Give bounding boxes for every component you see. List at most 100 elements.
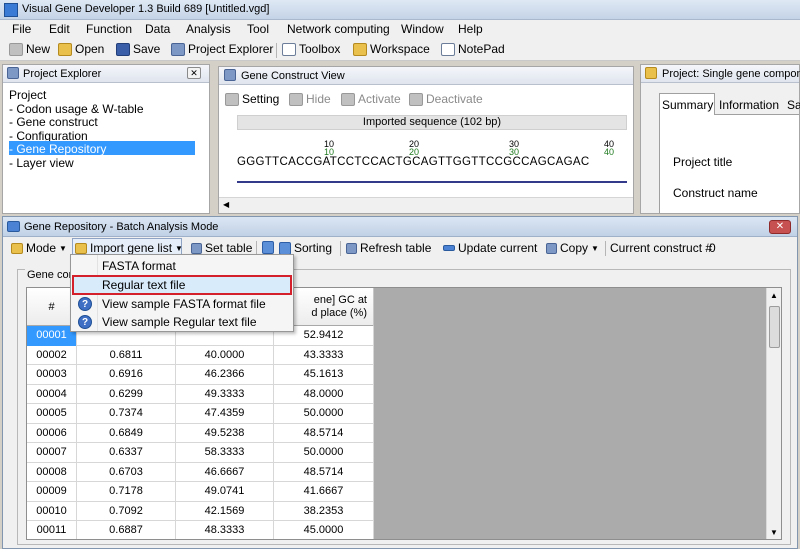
- tree-item-codon-usage[interactable]: - Codon usage & W-table: [9, 102, 144, 116]
- menu-data[interactable]: Data: [145, 22, 170, 36]
- table-cell-id: 00007: [27, 443, 77, 463]
- table-row[interactable]: 00004 0.6299 49.3333 48.0000: [27, 384, 374, 404]
- project-title-label: Project title: [673, 155, 733, 169]
- window-titlebar: Visual Gene Developer 1.3 Build 689 [Unt…: [0, 0, 800, 20]
- table-cell-v1: 0.6811: [77, 345, 176, 365]
- project-panel: Project: Single gene componen Summary In…: [640, 64, 800, 214]
- table-row[interactable]: 00007 0.6337 58.3333 50.0000: [27, 443, 374, 463]
- notepad-button[interactable]: NotePad: [441, 42, 505, 56]
- scroll-thumb[interactable]: [769, 306, 780, 348]
- menu-window[interactable]: Window: [401, 22, 444, 36]
- tab-sa[interactable]: Sa: [787, 98, 800, 112]
- open-button[interactable]: Open: [58, 42, 104, 56]
- toolbar-separator: [276, 43, 277, 58]
- project-panel-header: Project: Single gene componen: [641, 65, 800, 83]
- tree-item-gene-construct[interactable]: - Gene construct: [9, 115, 98, 129]
- scroll-down-icon[interactable]: ▼: [770, 528, 778, 537]
- table-cell-v1: 0.7178: [77, 482, 176, 502]
- table-row[interactable]: 00006 0.6849 49.5238 48.5714: [27, 423, 374, 443]
- sort-up-button[interactable]: [262, 241, 274, 254]
- close-icon[interactable]: ✕: [187, 67, 201, 79]
- gene-construct-title: Gene Construct View: [241, 70, 345, 82]
- hide-button[interactable]: Hide: [289, 92, 331, 106]
- batch-window-title: Gene Repository - Batch Analysis Mode: [24, 221, 219, 233]
- set-table-button[interactable]: Set table: [191, 241, 252, 255]
- deactivate-icon: [409, 92, 423, 106]
- table-row[interactable]: 00010 0.7092 42.1569 38.2353: [27, 501, 374, 521]
- update-arrow-icon: [443, 245, 455, 251]
- menu-item-regular-text-file[interactable]: Regular text file: [72, 275, 292, 295]
- setting-button[interactable]: Setting: [225, 92, 279, 106]
- mode-icon: [11, 242, 23, 254]
- tree-item-layer-view[interactable]: - Layer view: [9, 156, 74, 170]
- menu-function[interactable]: Function: [86, 22, 132, 36]
- sorting-button[interactable]: Sorting: [279, 241, 332, 255]
- menu-network-computing[interactable]: Network computing: [287, 22, 390, 36]
- ruler-bottom-40: 40: [604, 147, 615, 157]
- table-row[interactable]: 00009 0.7178 49.0741 41.6667: [27, 482, 374, 502]
- table-cell-v3: 48.5714: [274, 423, 374, 443]
- project-explorer-button[interactable]: Project Explorer: [171, 42, 273, 56]
- table-cell-v2: 46.6667: [176, 462, 274, 482]
- help-question-icon: ?: [78, 297, 92, 311]
- dna-sequence: GGGTTCACCGATCCTCCACTGCAGTTGGTTCCGCCAGCAG…: [237, 156, 590, 168]
- table-row[interactable]: 00008 0.6703 46.6667 48.5714: [27, 462, 374, 482]
- gene-construct-view-panel: Gene Construct View Setting Hide Activat…: [218, 66, 634, 214]
- menu-edit[interactable]: Edit: [49, 22, 70, 36]
- update-current-button[interactable]: Update current: [443, 241, 537, 255]
- help-question-icon: ?: [78, 315, 92, 329]
- table-cell-v2: 46.2366: [176, 365, 274, 385]
- table-cell-v1: 0.6916: [77, 365, 176, 385]
- chevron-down-icon: ▼: [175, 243, 183, 253]
- copy-button[interactable]: Copy ▼: [546, 241, 599, 255]
- horizontal-scrollbar[interactable]: ◀: [219, 197, 633, 213]
- table-row[interactable]: 00005 0.7374 47.4359 50.0000: [27, 404, 374, 424]
- table-empty-area: [374, 288, 766, 539]
- table-cell-v1: 0.7092: [77, 501, 176, 521]
- table-cell-id: 00010: [27, 501, 77, 521]
- arrow-up-icon: [262, 241, 274, 254]
- menu-file[interactable]: File: [12, 22, 31, 36]
- save-button[interactable]: Save: [116, 42, 160, 56]
- menu-help[interactable]: Help: [458, 22, 483, 36]
- notepad-icon: [441, 42, 455, 56]
- menu-analysis[interactable]: Analysis: [186, 22, 231, 36]
- mode-button[interactable]: Mode ▼: [11, 241, 67, 255]
- toolbox-button[interactable]: Toolbox: [282, 42, 340, 56]
- menu-item-view-sample-regular[interactable]: ? View sample Regular text file: [71, 313, 293, 332]
- refresh-table-button[interactable]: Refresh table: [346, 241, 431, 255]
- tab-information[interactable]: Information: [719, 98, 779, 112]
- menu-item-view-sample-fasta[interactable]: ? View sample FASTA format file: [71, 295, 293, 314]
- workspace-button[interactable]: Workspace: [353, 42, 430, 56]
- table-cell-v1: 0.6299: [77, 384, 176, 404]
- set-table-icon: [191, 242, 202, 254]
- scroll-up-icon[interactable]: ▲: [770, 291, 778, 300]
- table-cell-v2: 49.0741: [176, 482, 274, 502]
- table-cell-v2: 49.3333: [176, 384, 274, 404]
- new-button[interactable]: New: [9, 42, 50, 56]
- deactivate-button[interactable]: Deactivate: [409, 92, 483, 106]
- table-cell-v2: 58.3333: [176, 443, 274, 463]
- table-cell-v1: 0.6849: [77, 423, 176, 443]
- project-explorer-header: Project Explorer ✕: [3, 65, 209, 83]
- import-gene-list-button[interactable]: Import gene list ▼: [75, 241, 183, 255]
- vertical-scrollbar[interactable]: ▲ ▼: [766, 288, 781, 539]
- project-tabs: Summary Information Sa: [659, 93, 800, 115]
- scroll-left-icon[interactable]: ◀: [223, 200, 229, 209]
- app-icon: [4, 3, 18, 17]
- toolbar-separator: [605, 241, 606, 256]
- tab-summary[interactable]: Summary: [659, 93, 715, 115]
- table-cell-id: 00005: [27, 404, 77, 424]
- tree-item-gene-repository[interactable]: - Gene Repository: [9, 142, 106, 156]
- table-cell-id: 00011: [27, 521, 77, 539]
- menu-tool[interactable]: Tool: [247, 22, 269, 36]
- new-icon: [9, 42, 23, 56]
- table-row[interactable]: 00003 0.6916 46.2366 45.1613: [27, 365, 374, 385]
- table-row[interactable]: 00002 0.6811 40.0000 43.3333: [27, 345, 374, 365]
- table-cell-id: 00004: [27, 384, 77, 404]
- activate-button[interactable]: Activate: [341, 92, 401, 106]
- tree-item-project[interactable]: Project: [9, 88, 46, 102]
- menu-item-fasta-format[interactable]: FASTA format: [71, 257, 293, 276]
- close-icon[interactable]: ✕: [769, 220, 791, 234]
- table-row[interactable]: 00011 0.6887 48.3333 45.0000: [27, 521, 374, 539]
